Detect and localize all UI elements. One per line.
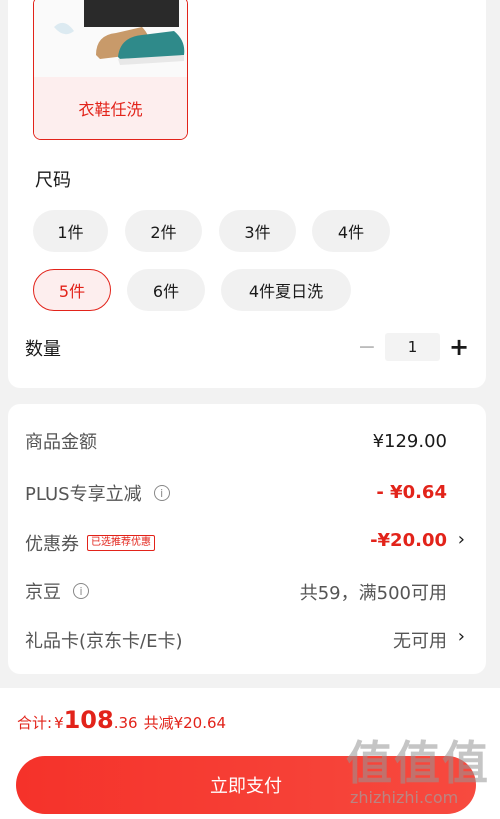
coupon-recommended-badge: 已选推荐优惠 — [87, 535, 155, 551]
size-section-title: 尺码 — [35, 170, 71, 191]
gift-card-label[interactable]: 礼品卡(京东卡/E卡) — [25, 627, 182, 653]
total-integer: 108 — [63, 706, 114, 734]
watermark-glyphs: 值值值 — [346, 736, 490, 790]
size-option-6[interactable]: 6件 — [127, 269, 205, 311]
plus-discount-label: PLUS专享立减 i — [25, 480, 170, 506]
total-label: 合计: — [17, 714, 53, 732]
chevron-right-icon[interactable]: › — [458, 626, 465, 647]
coupon-label[interactable]: 优惠券 已选推荐优惠 — [25, 530, 155, 556]
quantity-increment-button[interactable]: + — [448, 333, 470, 361]
total-currency: ¥ — [54, 714, 64, 732]
product-image — [34, 0, 187, 77]
coupon-value[interactable]: -¥20.00 — [370, 530, 447, 551]
watermark-logo: 值值值 zhizhizhi.com — [346, 738, 496, 812]
quantity-decrement-button[interactable]: − — [356, 333, 378, 361]
chevron-right-icon[interactable]: › — [458, 529, 465, 550]
total-decimal: .36 — [113, 714, 138, 732]
goods-amount-label: 商品金额 — [25, 432, 97, 453]
variant-label: 衣鞋任洗 — [34, 77, 187, 139]
quantity-input[interactable]: 1 — [385, 333, 440, 361]
plus-discount-value: - ¥0.64 — [376, 482, 447, 503]
gift-card-value[interactable]: 无可用 — [393, 627, 447, 653]
goods-amount-value: ¥129.00 — [372, 431, 447, 452]
size-option-3[interactable]: 3件 — [219, 210, 296, 252]
jingdou-label: 京豆 i — [25, 578, 89, 604]
jingdou-value: 共59，满500可用 — [299, 583, 447, 604]
size-option-4[interactable]: 4件 — [312, 210, 390, 252]
info-icon[interactable]: i — [73, 583, 89, 599]
variant-option-selected[interactable]: 衣鞋任洗 — [33, 0, 188, 140]
info-icon[interactable]: i — [153, 485, 170, 501]
size-option-1[interactable]: 1件 — [33, 210, 108, 252]
size-option-2[interactable]: 2件 — [125, 210, 202, 252]
total-discount: 共减¥20.64 — [143, 714, 227, 732]
order-total: 合计: ¥ 108 .36 共减¥20.64 — [17, 706, 226, 734]
quantity-label: 数量 — [25, 339, 61, 360]
watermark-text: zhizhizhi.com — [350, 788, 459, 807]
size-option-summer[interactable]: 4件夏日洗 — [221, 269, 351, 311]
size-option-5-selected[interactable]: 5件 — [33, 269, 111, 311]
